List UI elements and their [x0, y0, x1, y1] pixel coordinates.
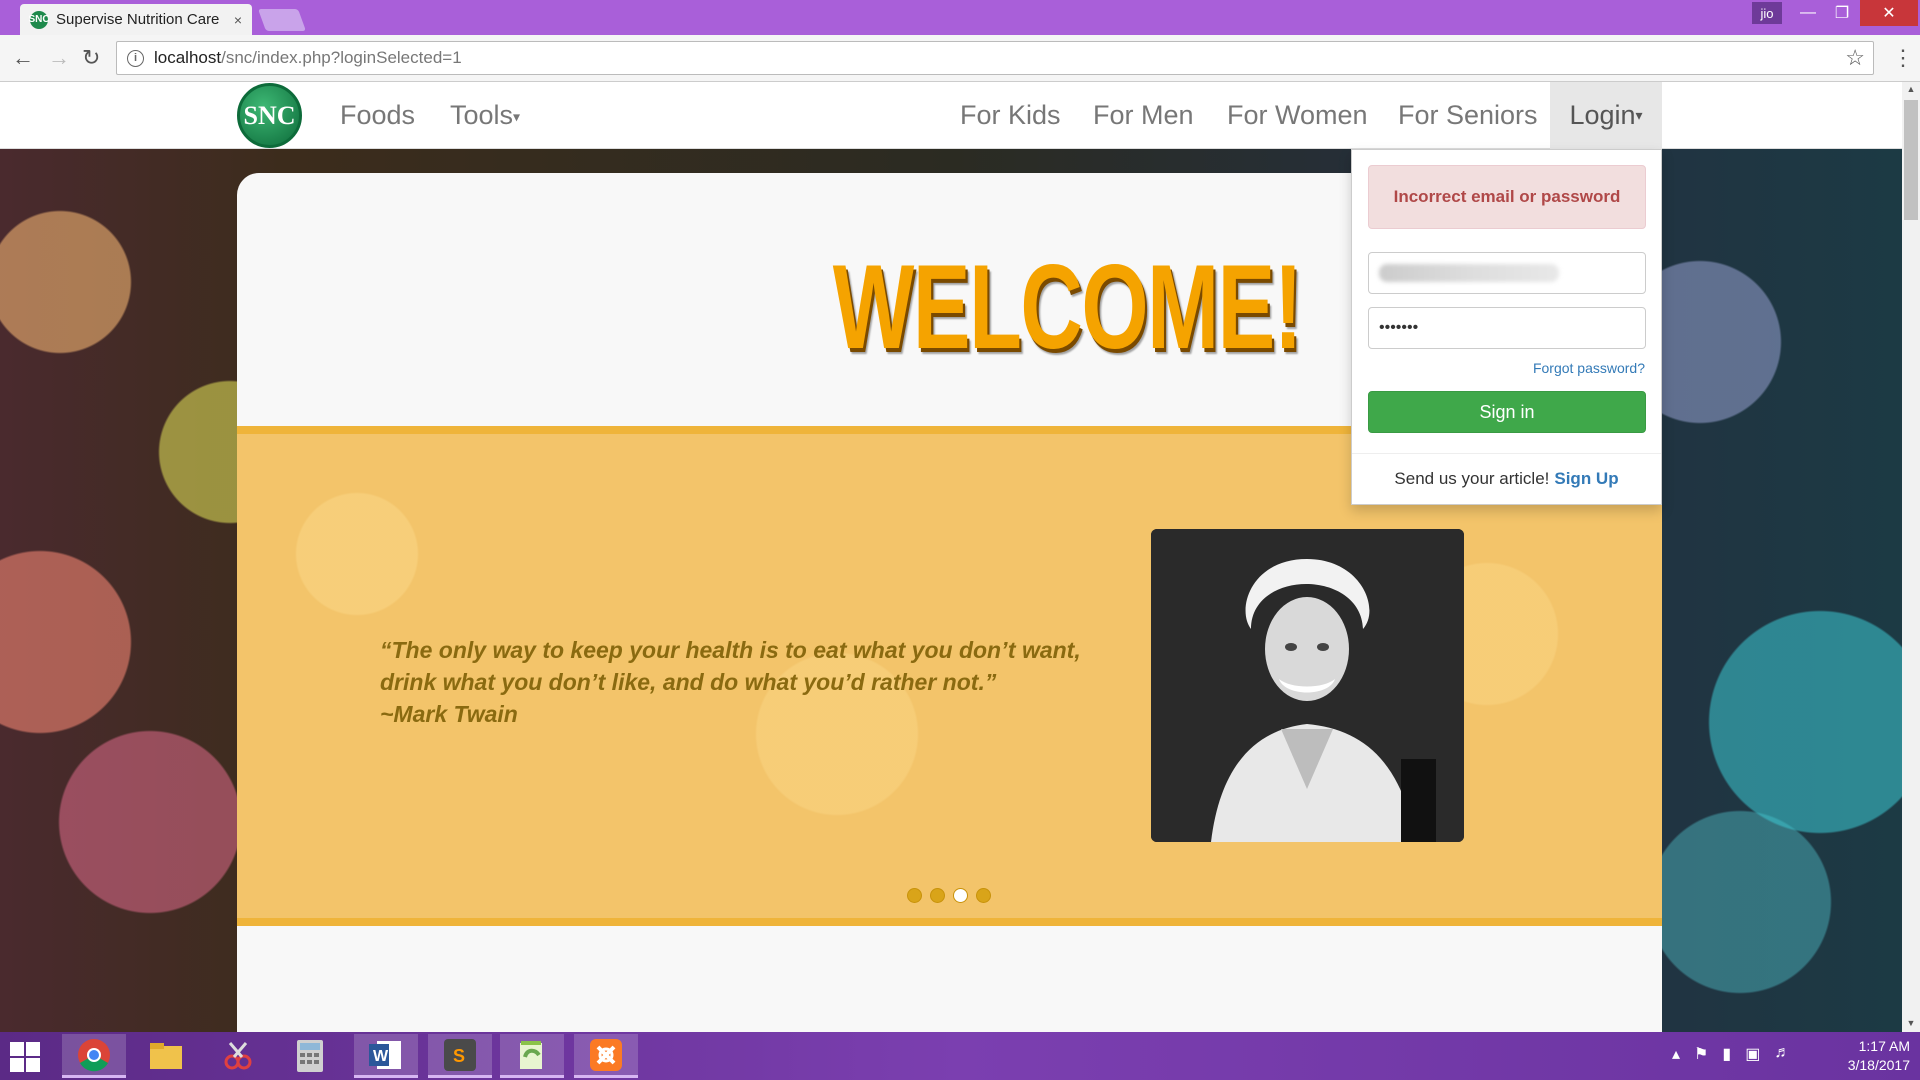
address-bar[interactable]: i localhost /snc/index.php?loginSelected… [116, 41, 1874, 75]
nav-for-men[interactable]: For Men [1093, 100, 1194, 131]
windows-taskbar: W S ▴ ⚑ ▮ ▣ ♬ 1:17 AM 3/18/2017 [0, 1032, 1920, 1080]
nav-for-seniors[interactable]: For Seniors [1398, 100, 1538, 131]
windows-start-icon[interactable] [10, 1042, 40, 1072]
nav-for-kids[interactable]: For Kids [960, 100, 1061, 131]
nav-login[interactable]: Login ▾ [1550, 82, 1662, 149]
forward-icon[interactable]: → [48, 45, 70, 71]
clock-date: 3/18/2017 [1847, 1057, 1910, 1073]
site-navbar: SNC Foods Tools▾ For Kids For Men For Wo… [0, 82, 1902, 149]
nav-foods[interactable]: Foods [340, 100, 415, 131]
word-icon[interactable]: W [354, 1034, 418, 1078]
taskbar-clock[interactable]: 1:17 AM 3/18/2017 [1820, 1037, 1910, 1075]
restore-icon[interactable]: ❐ [1820, 0, 1864, 26]
chrome-icon[interactable] [62, 1034, 126, 1078]
tab-close-icon[interactable]: × [234, 12, 242, 28]
browser-tab[interactable]: SNC Supervise Nutrition Care × [20, 4, 252, 35]
carousel-dot[interactable] [930, 888, 945, 903]
battery-icon[interactable]: ▮ [1722, 1044, 1731, 1064]
carousel-dot[interactable] [976, 888, 991, 903]
caret-down-icon: ▾ [1635, 107, 1643, 123]
back-icon[interactable]: ← [12, 45, 34, 71]
new-tab-button[interactable] [257, 9, 307, 31]
reload-icon[interactable]: ↻ [82, 45, 100, 71]
nav-tools[interactable]: Tools▾ [450, 100, 520, 131]
sign-up-link[interactable]: Sign Up [1554, 469, 1618, 489]
file-explorer-icon[interactable] [134, 1034, 198, 1078]
scrollbar[interactable] [1902, 82, 1920, 1032]
scroll-down-icon[interactable]: ▼ [1904, 1018, 1918, 1028]
site-favicon-icon: SNC [28, 10, 50, 29]
xampp-icon[interactable] [574, 1034, 638, 1078]
volume-icon[interactable]: ♬ [1774, 1044, 1790, 1064]
quote-author: ~Mark Twain [380, 701, 518, 727]
url-path: /snc/index.php?loginSelected=1 [221, 48, 462, 67]
bookmark-star-icon[interactable]: ☆ [1845, 45, 1865, 71]
caret-down-icon: ▾ [513, 108, 521, 125]
system-tray: ▴ ⚑ ▮ ▣ ♬ [1672, 1044, 1790, 1064]
calculator-icon[interactable] [278, 1034, 342, 1078]
nav-for-women[interactable]: For Women [1227, 100, 1368, 131]
forgot-password-link[interactable]: Forgot password? [1533, 360, 1645, 376]
signup-prompt-text: Send us your article! [1394, 469, 1550, 488]
url-host: localhost [154, 48, 222, 67]
browser-titlebar: SNC Supervise Nutrition Care × jio — ❐ ✕ [0, 0, 1920, 35]
svg-text:W: W [373, 1048, 389, 1065]
mark-twain-portrait [1151, 529, 1464, 842]
quote-text: “The only way to keep your health is to … [380, 634, 1140, 730]
sign-in-button[interactable]: Sign in [1368, 391, 1646, 433]
tab-title: Supervise Nutrition Care [56, 11, 220, 28]
notepad-plus-icon[interactable] [500, 1034, 564, 1078]
nav-login-label: Login [1569, 100, 1636, 130]
carousel-dot-active[interactable] [953, 888, 968, 903]
profile-button[interactable]: jio [1752, 2, 1782, 24]
browser-menu-icon[interactable]: ⋮ [1892, 45, 1914, 71]
svg-text:S: S [453, 1046, 465, 1066]
clock-time: 1:17 AM [1858, 1038, 1910, 1054]
show-hidden-icons-icon[interactable]: ▴ [1672, 1044, 1680, 1064]
close-window-icon[interactable]: ✕ [1860, 0, 1918, 26]
quote-line: “The only way to keep your health is to … [380, 637, 1081, 663]
scrollbar-thumb[interactable] [1904, 100, 1918, 220]
nav-tools-label: Tools [450, 100, 514, 130]
quote-line: drink what you don’t like, and do what y… [380, 669, 997, 695]
carousel-dot[interactable] [907, 888, 922, 903]
action-center-flag-icon[interactable]: ⚑ [1694, 1044, 1708, 1064]
scroll-up-icon[interactable]: ▲ [1904, 84, 1918, 94]
signup-prompt: Send us your article! Sign Up [1352, 453, 1661, 504]
login-error-alert: Incorrect email or password [1368, 165, 1646, 229]
browser-toolbar: ← → ↻ i localhost /snc/index.php?loginSe… [0, 35, 1920, 82]
snipping-tool-icon[interactable] [206, 1034, 270, 1078]
carousel-indicators [907, 888, 991, 903]
email-field[interactable] [1368, 252, 1646, 294]
network-signal-icon[interactable]: ▣ [1745, 1044, 1760, 1064]
login-dropdown: Incorrect email or password ••••••• Forg… [1351, 149, 1662, 505]
sublime-text-icon[interactable]: S [428, 1034, 492, 1078]
site-info-icon[interactable]: i [127, 49, 144, 67]
blurred-email-value [1379, 264, 1559, 282]
site-logo[interactable]: SNC [237, 83, 302, 148]
password-field[interactable]: ••••••• [1368, 307, 1646, 349]
